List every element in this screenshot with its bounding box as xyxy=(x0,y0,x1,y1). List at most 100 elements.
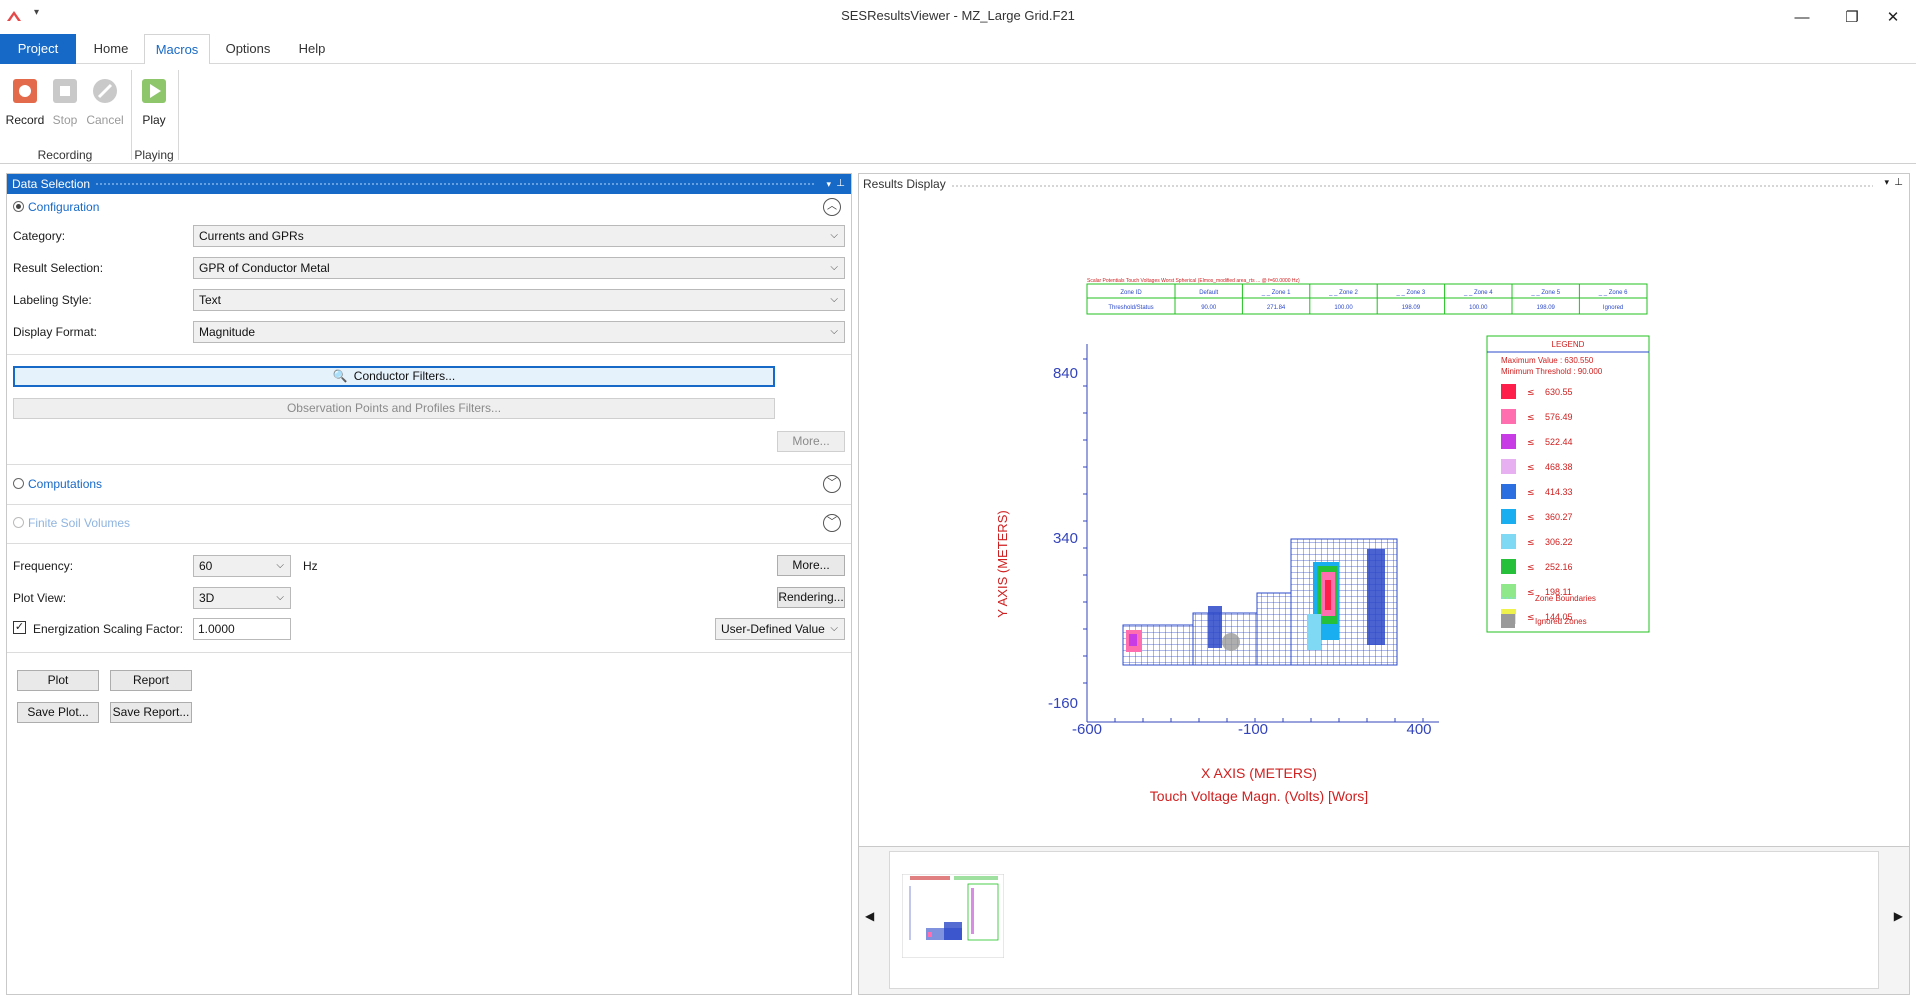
zone-header-cell: _ _ Zone 1 xyxy=(1261,290,1291,296)
chevron-down-icon[interactable]: ﹀ xyxy=(823,514,841,532)
divider xyxy=(7,652,851,653)
legend-le-symbol: ≤ xyxy=(1527,613,1535,623)
tab-options[interactable]: Options xyxy=(218,34,278,64)
legend-le-symbol: ≤ xyxy=(1527,538,1535,548)
scaling-checkbox[interactable]: ✓ xyxy=(13,621,26,634)
result-selection-select[interactable]: GPR of Conductor Metal ⌵ xyxy=(193,257,845,279)
tab-home[interactable]: Home xyxy=(86,34,136,64)
pin-icon[interactable]: ⊥ xyxy=(836,174,845,194)
computations-radio[interactable] xyxy=(13,478,24,489)
x-tick-label: -600 xyxy=(1072,721,1102,738)
cancel-button[interactable]: Cancel xyxy=(83,78,127,127)
play-button[interactable]: Play xyxy=(132,78,176,127)
legend: LEGEND Maximum Value : 630.550 Minimum T… xyxy=(1486,335,1650,633)
plot-view-label: Plot View: xyxy=(13,591,67,605)
legend-swatch xyxy=(1501,484,1516,499)
restore-button[interactable]: ❐ xyxy=(1829,0,1875,34)
play-icon xyxy=(142,79,166,103)
data-selection-header: Data Selection ▾ ⊥ xyxy=(7,174,851,194)
plot-thumbnail[interactable] xyxy=(902,874,1004,958)
legend-value: 522.44 xyxy=(1545,437,1573,447)
save-plot-button[interactable]: Save Plot... xyxy=(17,702,99,723)
scaling-mode-value: User-Defined Value xyxy=(721,622,825,636)
stop-button[interactable]: Stop xyxy=(43,78,87,127)
pin-icon[interactable]: ⊥ xyxy=(1894,177,1903,188)
frequency-unit: Hz xyxy=(303,559,318,573)
configuration-radio[interactable] xyxy=(13,201,24,212)
legend-zone-boundaries: Zone Boundaries xyxy=(1535,594,1596,603)
legend-le-symbol: ≤ xyxy=(1527,563,1535,573)
tab-help[interactable]: Help xyxy=(288,34,336,64)
more-button[interactable]: More... xyxy=(777,431,845,452)
chevron-down-icon: ⌵ xyxy=(830,262,838,273)
group-divider xyxy=(178,70,179,160)
display-format-label: Display Format: xyxy=(13,325,98,339)
panel-menu-icon[interactable]: ▾ xyxy=(826,174,831,194)
observation-filters-button[interactable]: Observation Points and Profiles Filters.… xyxy=(13,398,775,419)
display-format-select[interactable]: Magnitude ⌵ xyxy=(193,321,845,343)
plot-view-value: 3D xyxy=(199,591,215,605)
legend-title: LEGEND xyxy=(1552,340,1585,349)
rendering-button[interactable]: Rendering... xyxy=(777,587,845,608)
plot-view-select[interactable]: 3D ⌵ xyxy=(193,587,291,609)
ribbon-tabs: Project Home Macros Options Help xyxy=(0,34,1916,65)
legend-swatch xyxy=(1501,459,1516,474)
conductor-filters-button[interactable]: 🔍 Conductor Filters... xyxy=(13,366,775,387)
cancel-label: Cancel xyxy=(86,113,124,127)
divider xyxy=(7,504,851,505)
frequency-select[interactable]: 60 ⌵ xyxy=(193,555,291,577)
legend-min: Minimum Threshold : 90.000 xyxy=(1501,367,1603,376)
chevron-up-icon[interactable]: ︿ xyxy=(823,198,841,216)
category-select[interactable]: Currents and GPRs ⌵ xyxy=(193,225,845,247)
record-button[interactable]: Record xyxy=(3,78,47,127)
legend-le-symbol: ≤ xyxy=(1527,438,1535,448)
report-button[interactable]: Report xyxy=(110,670,192,691)
scaling-label: Energization Scaling Factor: xyxy=(33,622,184,636)
legend-le-symbol: ≤ xyxy=(1527,463,1535,473)
thumbnail-strip: ◀ ▶ xyxy=(859,846,1909,994)
frequency-more-button[interactable]: More... xyxy=(777,555,845,576)
thumbnails-next-icon[interactable]: ▶ xyxy=(1894,909,1903,923)
legend-le-symbol: ≤ xyxy=(1527,388,1535,398)
finite-soil-section[interactable]: Finite Soil Volumes xyxy=(13,516,130,530)
record-icon xyxy=(13,79,37,103)
minimize-button[interactable]: — xyxy=(1779,0,1825,34)
play-label: Play xyxy=(142,113,166,127)
save-report-button[interactable]: Save Report... xyxy=(110,702,192,723)
zone-value-cell: 271.84 xyxy=(1267,305,1286,311)
plot-header-text: Scalar Potentials Touch Voltages Worst S… xyxy=(1087,278,1300,284)
data-selection-panel: Data Selection ▾ ⊥ Configuration ︿ Categ… xyxy=(6,173,852,995)
legend-value: 576.49 xyxy=(1545,412,1573,422)
legend-value: 468.38 xyxy=(1545,462,1573,472)
scaling-input[interactable]: 1.0000 xyxy=(193,618,291,640)
header-grip xyxy=(951,184,1873,188)
labeling-style-select[interactable]: Text ⌵ xyxy=(193,289,845,311)
plot-title: Touch Voltage Magn. (Volts) [Wors] xyxy=(1150,788,1368,804)
display-format-value: Magnitude xyxy=(199,325,256,339)
legend-value: 414.33 xyxy=(1545,487,1573,497)
finite-soil-radio[interactable] xyxy=(13,517,24,528)
chevron-down-icon[interactable]: ﹀ xyxy=(823,475,841,493)
computations-label: Computations xyxy=(28,477,103,491)
legend-le-symbol: ≤ xyxy=(1527,513,1535,523)
y-tick-label: 340 xyxy=(1053,530,1078,547)
chevron-down-icon: ⌵ xyxy=(830,623,838,634)
zone-value-cell: 198.09 xyxy=(1402,305,1421,311)
close-button[interactable]: ✕ xyxy=(1870,0,1916,34)
legend-le-symbol: ≤ xyxy=(1527,488,1535,498)
legend-le-symbol: ≤ xyxy=(1527,588,1535,598)
thumbnails-prev-icon[interactable]: ◀ xyxy=(865,909,874,923)
tab-macros[interactable]: Macros xyxy=(144,34,210,65)
computations-section[interactable]: Computations xyxy=(13,477,102,491)
panel-menu-icon[interactable]: ▾ xyxy=(1884,177,1889,188)
zone-value-cell: 90.00 xyxy=(1201,305,1217,311)
frequency-value: 60 xyxy=(199,559,213,573)
legend-swatch xyxy=(1501,384,1516,399)
legend-swatch xyxy=(1501,584,1516,599)
tab-project[interactable]: Project xyxy=(0,34,76,64)
plot-button[interactable]: Plot xyxy=(17,670,99,691)
zone-value-cell: Threshold/Status xyxy=(1108,305,1153,311)
scaling-mode-select[interactable]: User-Defined Value ⌵ xyxy=(715,618,845,640)
configuration-section[interactable]: Configuration xyxy=(13,200,99,214)
data-selection-title: Data Selection xyxy=(12,177,91,191)
